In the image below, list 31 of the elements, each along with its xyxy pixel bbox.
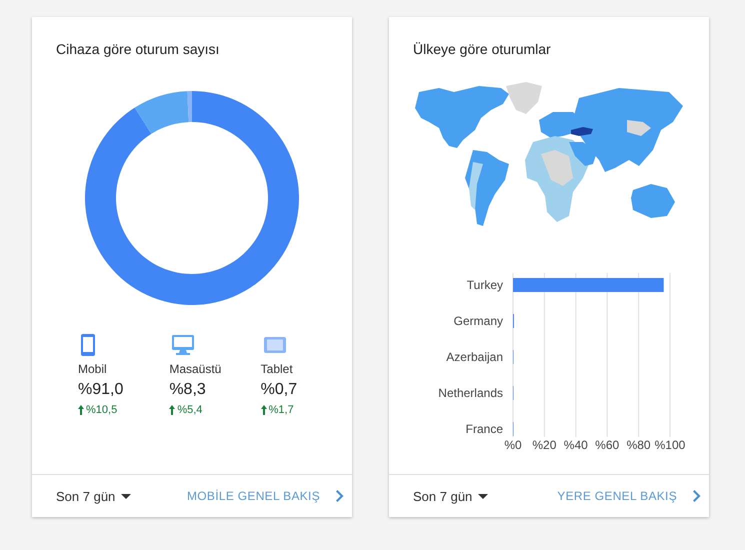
device-share: %8,3 <box>169 381 206 399</box>
caret-icon <box>478 494 488 498</box>
country-label: Turkey <box>466 278 503 292</box>
device-share: %91,0 <box>78 381 124 399</box>
axis-tick-label: %20 <box>532 438 556 452</box>
axis-tick-label: %100 <box>654 438 686 452</box>
period-dropdown[interactable]: Son 7 gün <box>413 488 488 504</box>
country-label: Netherlands <box>438 386 503 400</box>
axis-tick-label: %80 <box>626 438 651 452</box>
country-label: Germany <box>454 314 503 328</box>
country-label: France <box>466 422 503 436</box>
card-title: Cihaza göre oturum sayısı <box>55 40 220 57</box>
up-arrow-icon <box>169 405 176 415</box>
device-label: Masaüstü <box>169 362 222 376</box>
change-value: %1,7 <box>268 404 294 416</box>
chevron-right-icon[interactable] <box>693 490 701 502</box>
up-arrow-icon <box>260 405 267 415</box>
axis-tick-label: %40 <box>564 438 588 452</box>
caret-icon <box>121 494 132 498</box>
chevron-right-icon[interactable] <box>336 490 344 502</box>
card-title: Ülkeye göre oturumlar <box>412 40 552 57</box>
change-value: %5,4 <box>177 404 202 416</box>
period-dropdown[interactable]: Son 7 gün <box>56 488 132 504</box>
up-arrow-icon <box>78 405 84 415</box>
axis-tick-label: %60 <box>595 438 620 452</box>
device-label: Tablet <box>260 362 293 376</box>
axis-tick-label: %0 <box>504 438 522 452</box>
country-label: Azerbaijan <box>446 350 503 364</box>
change-value: %10,5 <box>86 404 118 416</box>
device-label: Mobil <box>78 362 107 376</box>
device-share: %0,7 <box>260 381 298 399</box>
